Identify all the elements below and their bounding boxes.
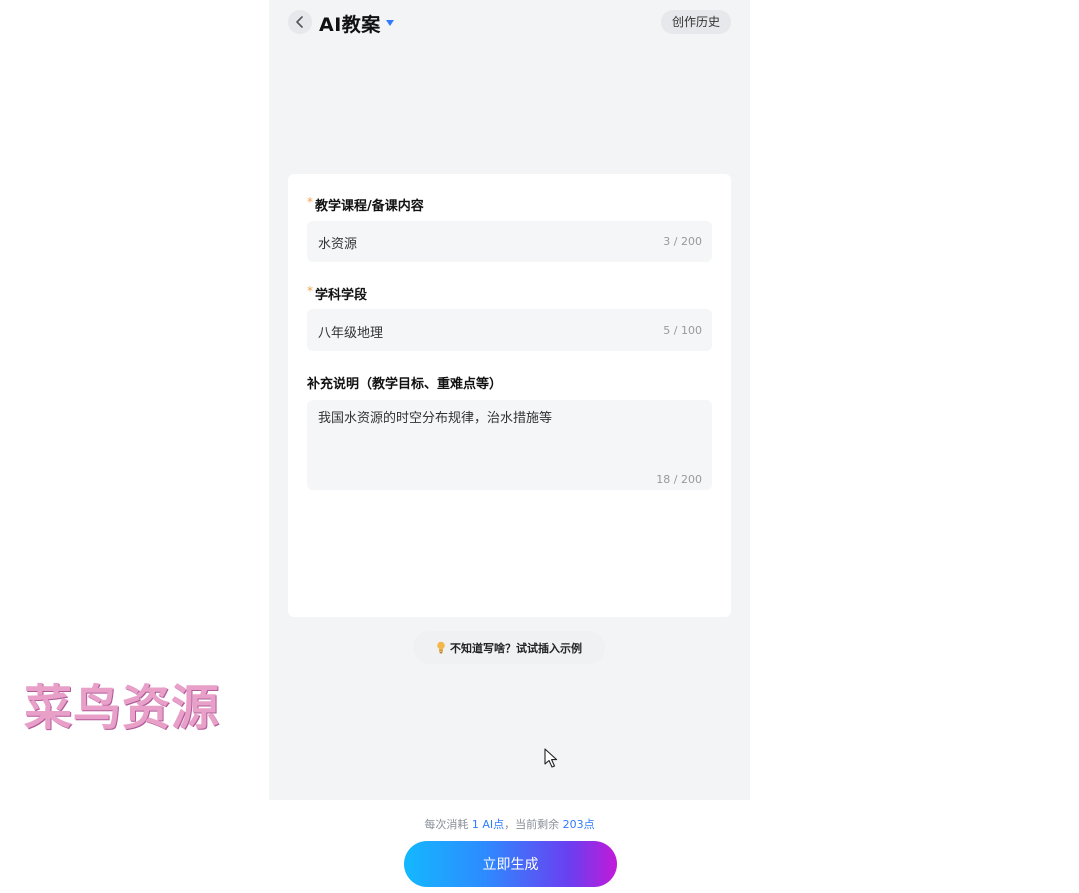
- watermark-text: 菜鸟资源: [24, 680, 221, 736]
- subject-char-counter: 5 / 100: [663, 324, 702, 337]
- chevron-left-icon: [296, 16, 303, 28]
- course-char-counter: 3 / 200: [663, 235, 702, 248]
- field-label-text: 学科学段: [315, 288, 368, 303]
- generate-button[interactable]: 立即生成: [404, 841, 617, 887]
- insert-example-button[interactable]: 不知道写啥？试试插入示例: [413, 631, 605, 664]
- generate-button-label: 立即生成: [482, 857, 539, 873]
- lightbulb-icon: [437, 641, 445, 654]
- course-input[interactable]: 水资源 3 / 200: [307, 221, 712, 262]
- field-label-subject: * 学科学段: [307, 283, 368, 304]
- caret-down-icon: [385, 20, 394, 26]
- notes-textarea[interactable]: 我国水资源的时空分布规律，治水措施等 18 / 200: [307, 400, 712, 490]
- insert-example-text: 不知道写啥？试试插入示例: [450, 641, 582, 655]
- required-mark: *: [307, 194, 313, 209]
- cost-info: 每次消耗 1 AI点，当前剩余 203点: [0, 816, 1019, 832]
- title-dropdown[interactable]: AI教案: [319, 10, 394, 36]
- field-label-text: 补充说明（教学目标、重难点等）: [307, 377, 503, 392]
- notes-textarea-value: 我国水资源的时空分布规律，治水措施等: [318, 411, 553, 426]
- back-button[interactable]: [288, 10, 312, 34]
- cost-middle: ，当前剩余: [504, 818, 563, 831]
- required-mark: *: [307, 283, 313, 298]
- field-label-notes: 补充说明（教学目标、重难点等）: [307, 373, 502, 392]
- history-button[interactable]: 创作历史: [660, 10, 731, 34]
- form-card: * 教学课程/备课内容 水资源 3 / 200 * 学科学段 八年级地理 5 /…: [288, 174, 731, 617]
- course-input-value: 水资源: [318, 237, 358, 252]
- cost-points: 1 AI点: [471, 818, 505, 831]
- cost-prefix: 每次消耗: [424, 818, 472, 831]
- field-label-text: 教学课程/备课内容: [315, 199, 424, 214]
- subject-input-value: 八年级地理: [318, 326, 384, 341]
- remaining-points: 203点: [562, 818, 595, 831]
- field-label-course: * 教学课程/备课内容: [307, 194, 424, 215]
- cursor-pointer-icon: [544, 748, 558, 768]
- page-title: AI教案: [319, 13, 381, 36]
- subject-input[interactable]: 八年级地理 5 / 100: [307, 309, 712, 351]
- notes-char-counter: 18 / 200: [656, 473, 702, 486]
- top-header: AI教案 创作历史: [269, 0, 750, 44]
- app-screen: AI教案 创作历史 * 教学课程/备课内容 水资源 3 / 200 * 学科学段…: [269, 0, 750, 800]
